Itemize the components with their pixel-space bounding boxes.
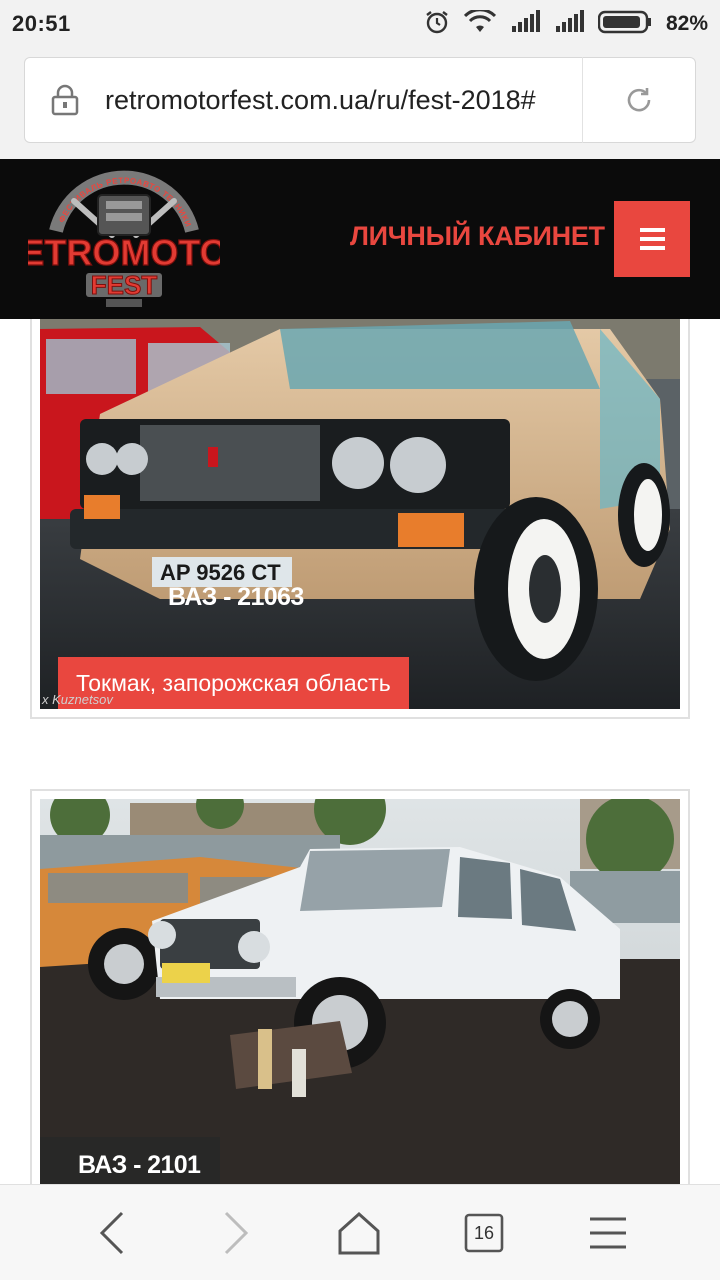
car-photo[interactable]: AP 9526 CT ВАЗ - 21063 Токмак, запорожск… — [40, 319, 680, 709]
svg-text:RETROMOTOR: RETROMOTOR — [28, 232, 220, 273]
car-name: ВАЗ - 2101 — [78, 1151, 201, 1179]
reload-icon[interactable] — [583, 85, 695, 115]
page-content: AP 9526 CT ВАЗ - 21063 Токмак, запорожск… — [0, 319, 720, 1184]
photo-watermark: x Kuznetsov — [42, 692, 113, 707]
wifi-icon — [463, 8, 497, 38]
site-logo[interactable]: ФЕСТИВАЛЬ РЕТРОАВТО ТЕХНИКИ RETROMOTOR F… — [0, 169, 254, 311]
back-icon[interactable] — [88, 1209, 136, 1257]
forward-icon[interactable] — [212, 1209, 260, 1257]
svg-text:FEST: FEST — [91, 270, 158, 300]
signal-icon-2 — [554, 10, 584, 38]
menu-line — [639, 228, 665, 232]
menu-line — [639, 246, 665, 250]
browser-bottom-nav: 16 — [0, 1184, 720, 1280]
site-header: ФЕСТИВАЛЬ РЕТРОАВТО ТЕХНИКИ RETROMOTOR F… — [0, 159, 720, 319]
menu-line — [639, 237, 665, 241]
svg-text:AP 9526 CT: AP 9526 CT — [160, 560, 281, 585]
car-card[interactable]: ВАЗ - 2101 — [30, 789, 690, 1184]
tabs-button[interactable]: 16 — [460, 1209, 508, 1257]
battery-icon — [597, 10, 652, 38]
address-bar[interactable]: retromotorfest.com.ua/ru/fest-2018# — [24, 57, 696, 143]
car-name: ВАЗ - 21063 — [168, 583, 304, 611]
battery-percent: 82% — [665, 12, 708, 35]
hamburger-menu-button[interactable] — [614, 201, 690, 277]
lock-icon[interactable] — [25, 84, 105, 116]
tabs-count: 16 — [473, 1222, 495, 1243]
browser-menu-icon[interactable] — [584, 1209, 632, 1257]
status-icons: 82% — [424, 8, 708, 39]
car-card[interactable]: AP 9526 CT ВАЗ - 21063 Токмак, запорожск… — [30, 319, 690, 719]
personal-cabinet-link[interactable]: ЛИЧНЫЙ КАБИНЕТ — [350, 221, 605, 252]
home-icon[interactable] — [335, 1209, 383, 1257]
status-bar: 20:51 82% — [0, 0, 720, 48]
url-text[interactable]: retromotorfest.com.ua/ru/fest-2018# — [105, 85, 582, 116]
status-time: 20:51 — [12, 11, 71, 36]
alarm-icon — [424, 9, 450, 39]
signal-icon-1 — [510, 10, 540, 38]
car-photo[interactable]: ВАЗ - 2101 — [40, 799, 680, 1184]
browser-toolbar: retromotorfest.com.ua/ru/fest-2018# — [0, 48, 720, 159]
